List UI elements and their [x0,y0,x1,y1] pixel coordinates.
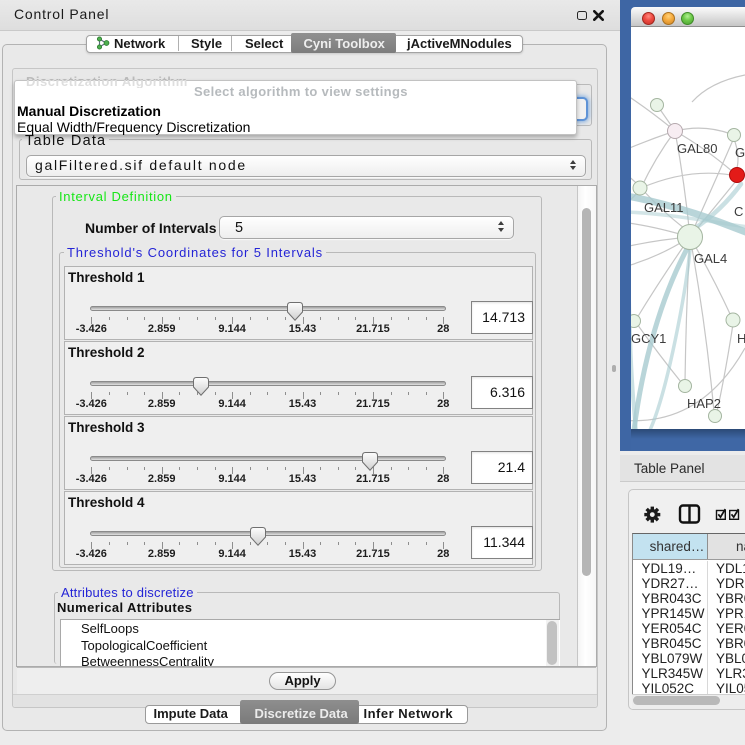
svg-text:GAL2: GAL2 [735,145,745,160]
svg-text:HAP2: HAP2 [687,396,721,411]
svg-text:GAL11: GAL11 [644,200,684,215]
svg-text:HIS5: HIS5 [737,331,745,346]
svg-text:GCY1: GCY1 [631,331,666,346]
svg-text:GAL4: GAL4 [694,251,727,266]
svg-text:C: C [734,204,743,219]
svg-text:GAL80: GAL80 [677,141,717,156]
